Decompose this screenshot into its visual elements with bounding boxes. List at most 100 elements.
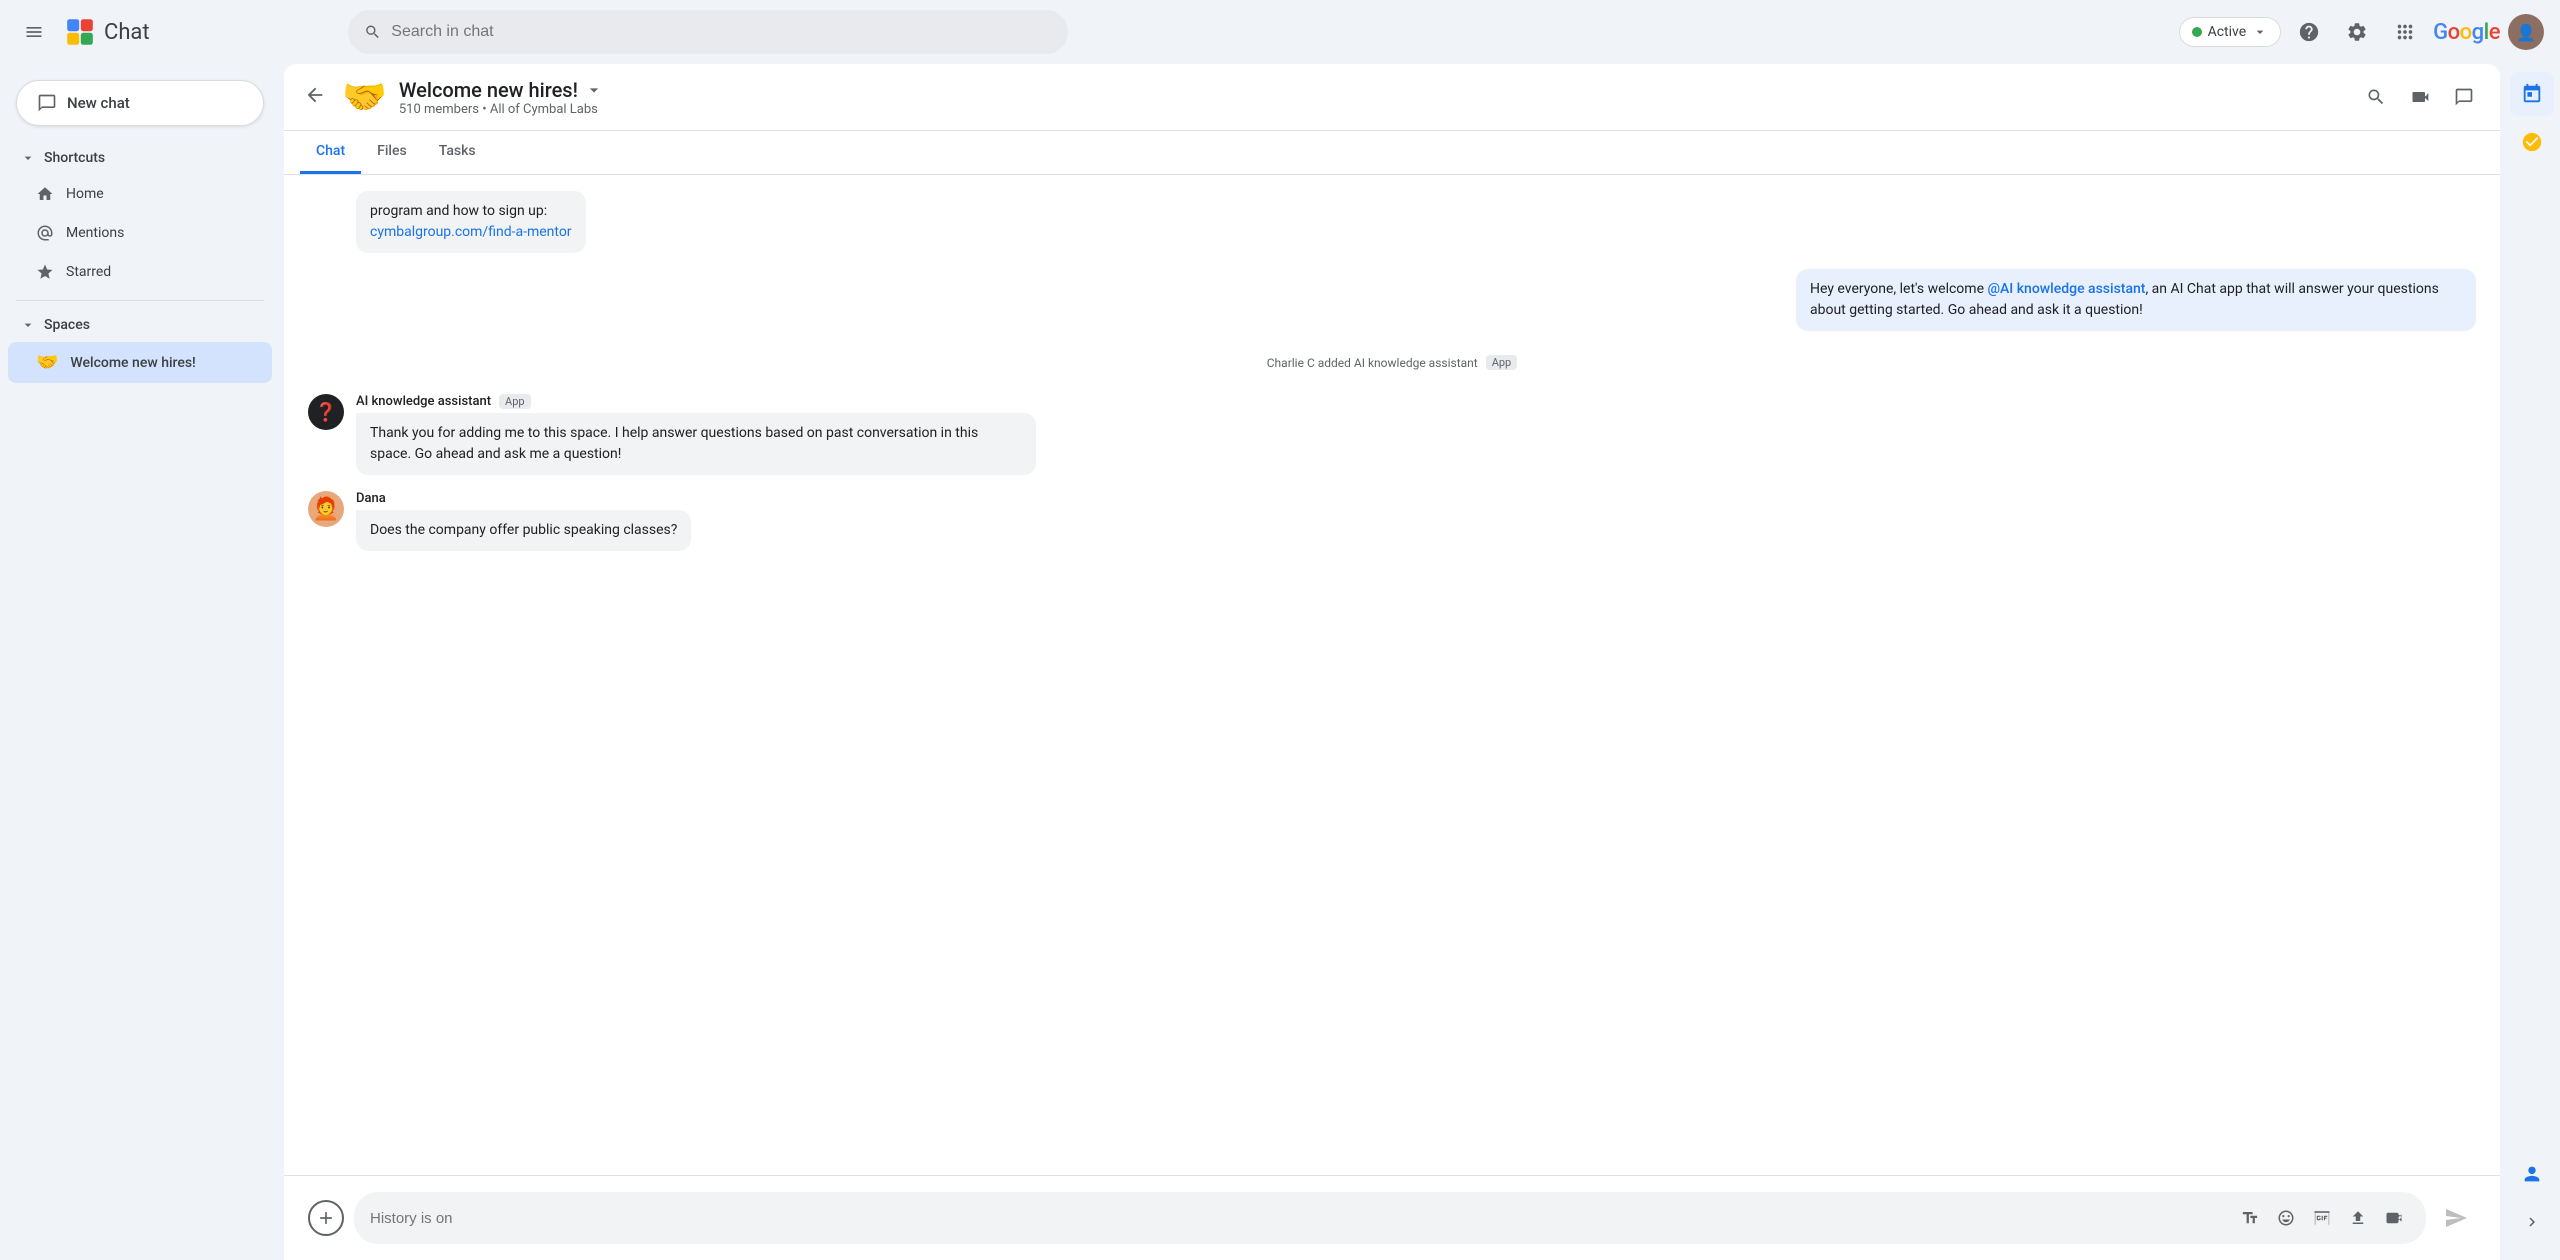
expand-button[interactable]: [2510, 1200, 2554, 1244]
new-chat-button[interactable]: New chat: [16, 80, 264, 126]
space-emoji-sidebar: 🤝: [36, 352, 58, 373]
home-label: Home: [66, 186, 104, 202]
add-attachment-button[interactable]: [308, 1200, 344, 1236]
emoji-button[interactable]: [2270, 1202, 2302, 1234]
home-icon: [36, 185, 54, 203]
topbar-right: Active Google 👤: [2179, 12, 2544, 52]
spaces-section: Spaces 🤝 Welcome new hires!: [0, 309, 280, 384]
search-input[interactable]: [391, 23, 1052, 41]
dana-message-bubble: Does the company offer public speaking c…: [356, 510, 691, 551]
chevron-right-icon: [2523, 1213, 2541, 1231]
ai-message-bubble: Thank you for adding me to this space. I…: [356, 413, 1036, 475]
format-text-button[interactable]: [2234, 1202, 2266, 1234]
ai-avatar: ❓: [308, 394, 344, 430]
search-bar[interactable]: [348, 10, 1068, 54]
calendar-button[interactable]: [2510, 72, 2554, 116]
tabs: Chat Files Tasks: [284, 131, 2500, 175]
help-button[interactable]: [2289, 12, 2329, 52]
system-message-text: Charlie C added AI knowledge assistant: [1267, 356, 1478, 370]
format-text-icon: [2241, 1209, 2259, 1227]
outgoing-message-bubble: Hey everyone, let's welcome @AI knowledg…: [1796, 269, 2476, 331]
send-icon: [2444, 1206, 2468, 1230]
tasks-button-right[interactable]: [2510, 120, 2554, 164]
video-button[interactable]: [2400, 77, 2440, 117]
user-avatar[interactable]: 👤: [2508, 14, 2544, 50]
sidebar-item-welcome[interactable]: 🤝 Welcome new hires!: [8, 342, 272, 383]
sidebar: New chat Shortcuts Home Mentions: [0, 64, 280, 1260]
chevron-down-icon: [2252, 24, 2268, 40]
message-input[interactable]: [370, 1210, 2226, 1227]
shortcuts-header[interactable]: Shortcuts: [8, 142, 272, 174]
active-label: Active: [2208, 24, 2247, 40]
mentions-label: Mentions: [66, 225, 124, 241]
menu-icon[interactable]: [16, 14, 52, 50]
tab-tasks[interactable]: Tasks: [423, 131, 492, 174]
apps-button[interactable]: [2385, 12, 2425, 52]
star-icon: [36, 263, 54, 281]
back-button[interactable]: [300, 80, 330, 115]
sidebar-item-home[interactable]: Home: [8, 175, 272, 213]
logo-area: Chat: [64, 16, 150, 48]
messages-area[interactable]: program and how to sign up: cymbalgroup.…: [284, 175, 2500, 1175]
space-header-emoji: 🤝: [342, 76, 387, 118]
tasks-icon: [2521, 131, 2543, 153]
tab-files[interactable]: Files: [361, 131, 423, 174]
right-sidebar: [2504, 64, 2560, 1260]
space-name: Welcome new hires!: [399, 78, 2344, 102]
app-name: Chat: [104, 20, 150, 45]
contacts-button[interactable]: [2510, 1152, 2554, 1196]
spaces-header[interactable]: Spaces: [8, 309, 272, 341]
threads-button[interactable]: [2444, 77, 2484, 117]
topbar-left: Chat: [16, 14, 336, 50]
calendar-icon: [2521, 83, 2543, 105]
send-button[interactable]: [2436, 1198, 2476, 1238]
video-call-icon: [2385, 1209, 2403, 1227]
search-chat-button[interactable]: [2356, 77, 2396, 117]
dana-message-group: 🧑‍🦰 Dana Does the company offer public s…: [308, 491, 2476, 551]
gif-button[interactable]: [2306, 1202, 2338, 1234]
video-call-input-button[interactable]: [2378, 1202, 2410, 1234]
outgoing-message-group: Hey everyone, let's welcome @AI knowledg…: [308, 269, 2476, 331]
person-icon: [2521, 1163, 2543, 1185]
gif-icon: [2313, 1209, 2331, 1227]
active-dot: [2192, 27, 2202, 37]
plus-icon: [316, 1208, 336, 1228]
starred-label: Starred: [66, 264, 111, 280]
search-icon: [364, 23, 381, 41]
chevron-down-shortcuts-icon: [20, 150, 36, 166]
emoji-icon: [2277, 1209, 2295, 1227]
content-area: 🤝 Welcome new hires! 510 members • All o…: [284, 64, 2500, 1260]
new-chat-icon: [37, 93, 57, 113]
mentions-icon: [36, 224, 54, 242]
sidebar-divider: [16, 300, 264, 301]
spaces-label: Spaces: [44, 317, 90, 333]
settings-button[interactable]: [2337, 12, 2377, 52]
chat-header: 🤝 Welcome new hires! 510 members • All o…: [284, 64, 2500, 131]
mentor-link[interactable]: cymbalgroup.com/find-a-mentor: [370, 224, 572, 240]
ai-message-group: ❓ AI knowledge assistant App Thank you f…: [308, 394, 2476, 475]
sidebar-item-starred[interactable]: Starred: [8, 253, 272, 291]
tab-chat[interactable]: Chat: [300, 131, 361, 174]
active-status-button[interactable]: Active: [2179, 17, 2282, 47]
sidebar-item-mentions[interactable]: Mentions: [8, 214, 272, 252]
space-name-chevron-icon[interactable]: [584, 80, 604, 100]
space-info: Welcome new hires! 510 members • All of …: [399, 78, 2344, 117]
ai-message-content: AI knowledge assistant App Thank you for…: [356, 394, 2476, 475]
ai-sender: AI knowledge assistant App: [356, 394, 2476, 409]
upload-button[interactable]: [2342, 1202, 2374, 1234]
chat-header-actions: [2356, 77, 2484, 117]
active-space-label: Welcome new hires!: [70, 355, 195, 371]
dana-avatar: 🧑‍🦰: [308, 491, 344, 527]
space-meta: 510 members • All of Cymbal Labs: [399, 102, 2344, 117]
message-input-wrapper[interactable]: [354, 1192, 2426, 1244]
upload-icon: [2349, 1209, 2367, 1227]
google-logo: Google: [2433, 20, 2500, 45]
app-badge-system: App: [1486, 355, 1518, 370]
dana-message-content: Dana Does the company offer public speak…: [356, 491, 2476, 551]
chat-logo-icon: [64, 16, 96, 48]
chevron-down-spaces-icon: [20, 317, 36, 333]
system-message: Charlie C added AI knowledge assistant A…: [308, 347, 2476, 378]
shortcuts-section: Shortcuts Home Mentions Starred: [0, 142, 280, 292]
shortcuts-label: Shortcuts: [44, 150, 105, 166]
app-badge: App: [499, 394, 531, 409]
